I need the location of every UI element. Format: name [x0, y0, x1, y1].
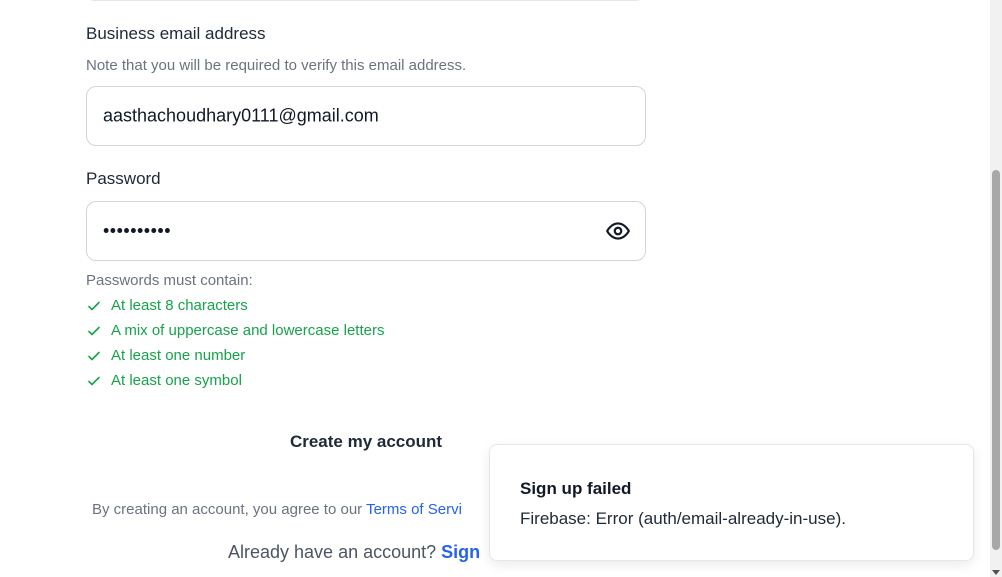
password-field[interactable]: ••••••••••	[86, 201, 646, 261]
sign-in-link[interactable]: Sign	[441, 542, 480, 562]
scrollbar-thumb[interactable]	[992, 170, 1000, 550]
requirement-item: A mix of uppercase and lowercase letters	[86, 322, 384, 339]
password-value: ••••••••••	[103, 220, 172, 241]
requirement-label: At least 8 characters	[111, 297, 248, 314]
terms-text: By creating an account, you agree to our…	[92, 501, 462, 518]
email-hint: Note that you will be required to verify…	[86, 57, 467, 74]
eye-icon[interactable]	[605, 218, 631, 244]
signin-text: Already have an account? Sign	[228, 542, 480, 563]
scroll-down-icon[interactable]	[992, 570, 1000, 575]
check-icon	[88, 301, 100, 310]
requirement-label: At least one symbol	[111, 372, 242, 389]
terms-of-service-link[interactable]: Terms of Servi	[366, 501, 462, 518]
terms-prefix: By creating an account, you agree to our	[92, 501, 367, 518]
signin-prefix: Already have an account?	[228, 542, 442, 562]
check-icon	[88, 376, 100, 385]
email-value: aasthachoudhary0111@gmail.com	[103, 105, 379, 126]
toast-title: Sign up failed	[520, 479, 632, 498]
check-icon	[88, 326, 100, 335]
error-toast: Sign up failed Firebase: Error (auth/ema…	[489, 444, 974, 561]
requirements-title: Passwords must contain:	[86, 272, 253, 289]
requirement-item: At least one symbol	[86, 372, 242, 389]
page-scrollbar[interactable]	[990, 0, 1002, 577]
email-label: Business email address	[86, 24, 266, 43]
requirement-item: At least 8 characters	[86, 297, 248, 314]
previous-field-edge	[86, 0, 644, 1]
requirement-item: At least one number	[86, 347, 245, 364]
requirement-label: At least one number	[111, 347, 246, 364]
password-label: Password	[86, 169, 161, 188]
check-icon	[88, 351, 100, 360]
toast-message: Firebase: Error (auth/email-already-in-u…	[520, 509, 846, 528]
requirement-label: A mix of uppercase and lowercase letters	[111, 322, 385, 339]
email-field[interactable]: aasthachoudhary0111@gmail.com	[86, 86, 646, 146]
